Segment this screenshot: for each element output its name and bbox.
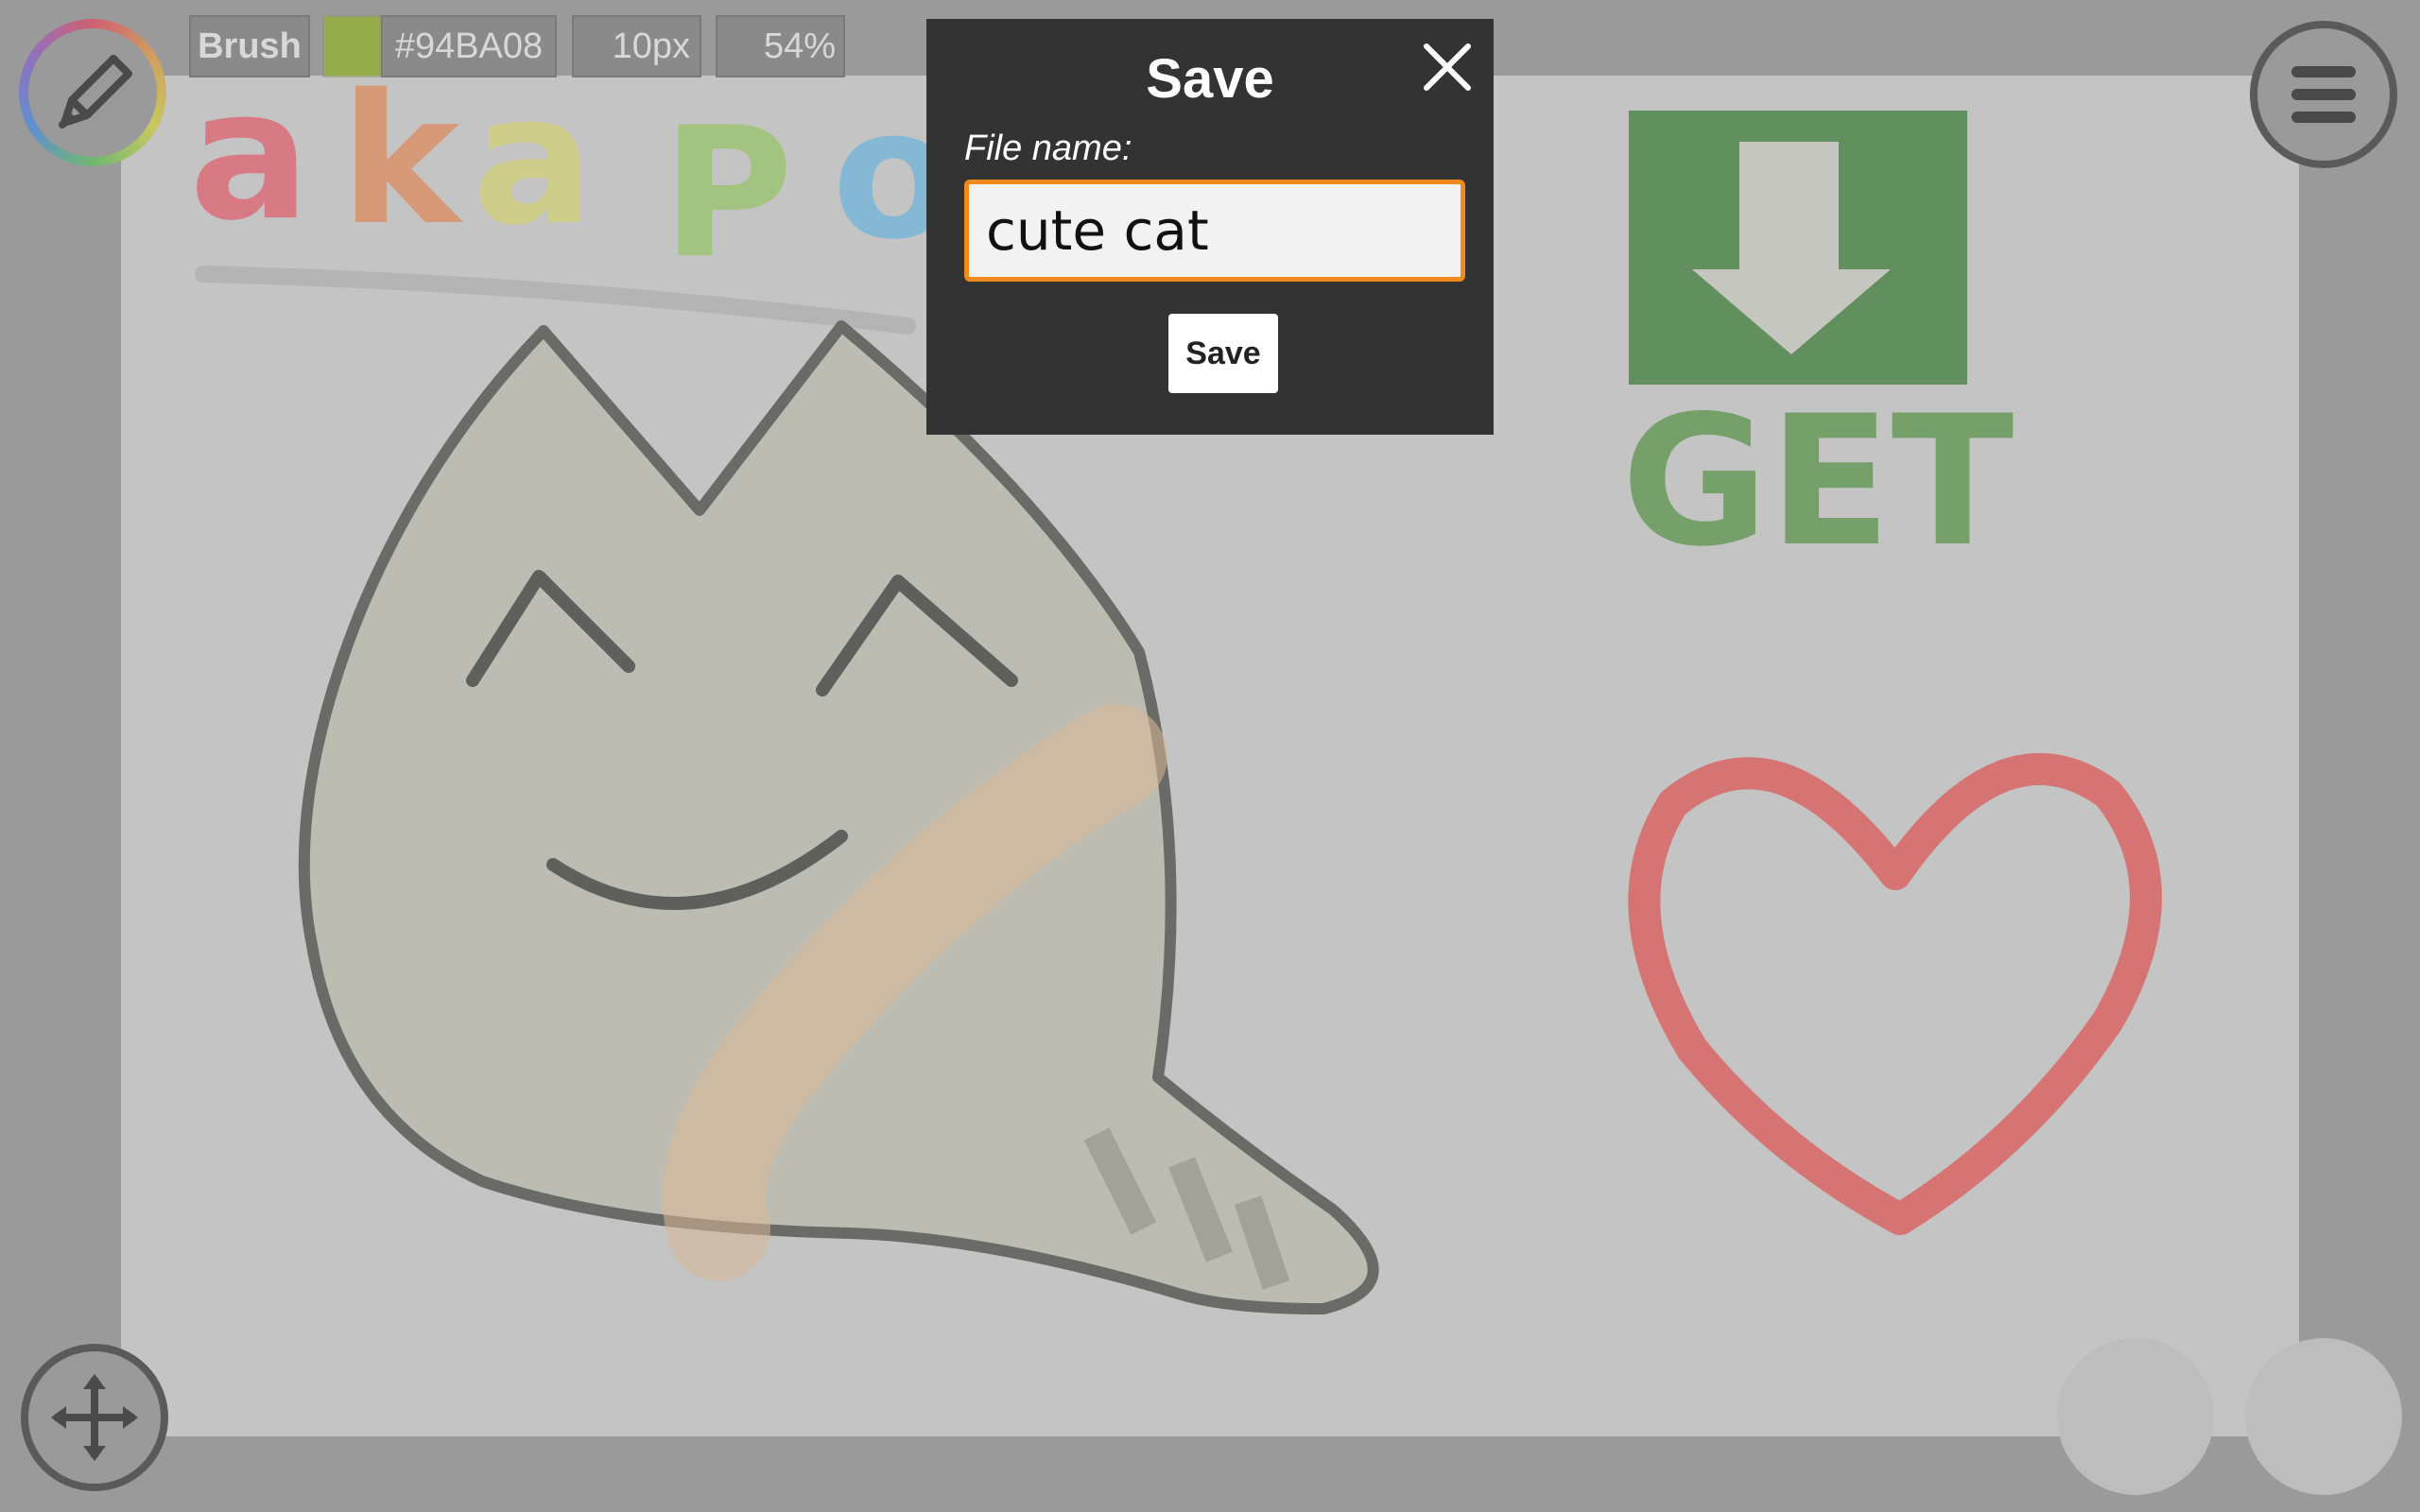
move-arrows-icon — [51, 1374, 138, 1461]
svg-text:a: a — [189, 51, 310, 260]
undo-button[interactable] — [2057, 1338, 2214, 1495]
svg-text:a: a — [473, 56, 594, 265]
doodle-title-text: akaPo — [0, 0, 4, 1]
close-dialog-button[interactable] — [1414, 34, 1480, 100]
hamburger-menu-icon — [2291, 66, 2356, 123]
close-icon — [1424, 43, 1471, 91]
save-button[interactable]: Save — [1168, 314, 1278, 393]
brush-size-chip[interactable]: 10px — [572, 15, 701, 77]
cat-body — [298, 320, 1379, 1314]
tool-picker-button[interactable] — [19, 19, 166, 166]
tool-button-face — [28, 28, 157, 157]
doodle-get-text: GET — [1621, 377, 2014, 586]
redo-button[interactable] — [2245, 1338, 2402, 1495]
dialog-title: Save — [1146, 48, 1274, 110]
file-name-label: File name: — [964, 129, 1132, 168]
menu-button[interactable] — [2250, 21, 2397, 168]
svg-text:P: P — [662, 89, 793, 298]
file-name-input[interactable] — [964, 180, 1465, 282]
move-canvas-button[interactable] — [21, 1344, 168, 1491]
color-hex-chip[interactable]: #94BA08 — [381, 15, 557, 77]
doodle-underline — [195, 266, 916, 335]
doodle-heart — [1628, 752, 2162, 1235]
brush-tool-chip[interactable]: Brush — [189, 15, 310, 77]
save-dialog: Save File name: Save — [926, 19, 1494, 435]
color-swatch[interactable] — [322, 15, 381, 77]
svg-text:k: k — [340, 56, 463, 265]
app-root: a k a P o akaPo GET Brush #94BA08 10px 5… — [0, 0, 2420, 1512]
brush-opacity-chip[interactable]: 54% — [716, 15, 845, 77]
pencil-icon — [59, 55, 132, 129]
